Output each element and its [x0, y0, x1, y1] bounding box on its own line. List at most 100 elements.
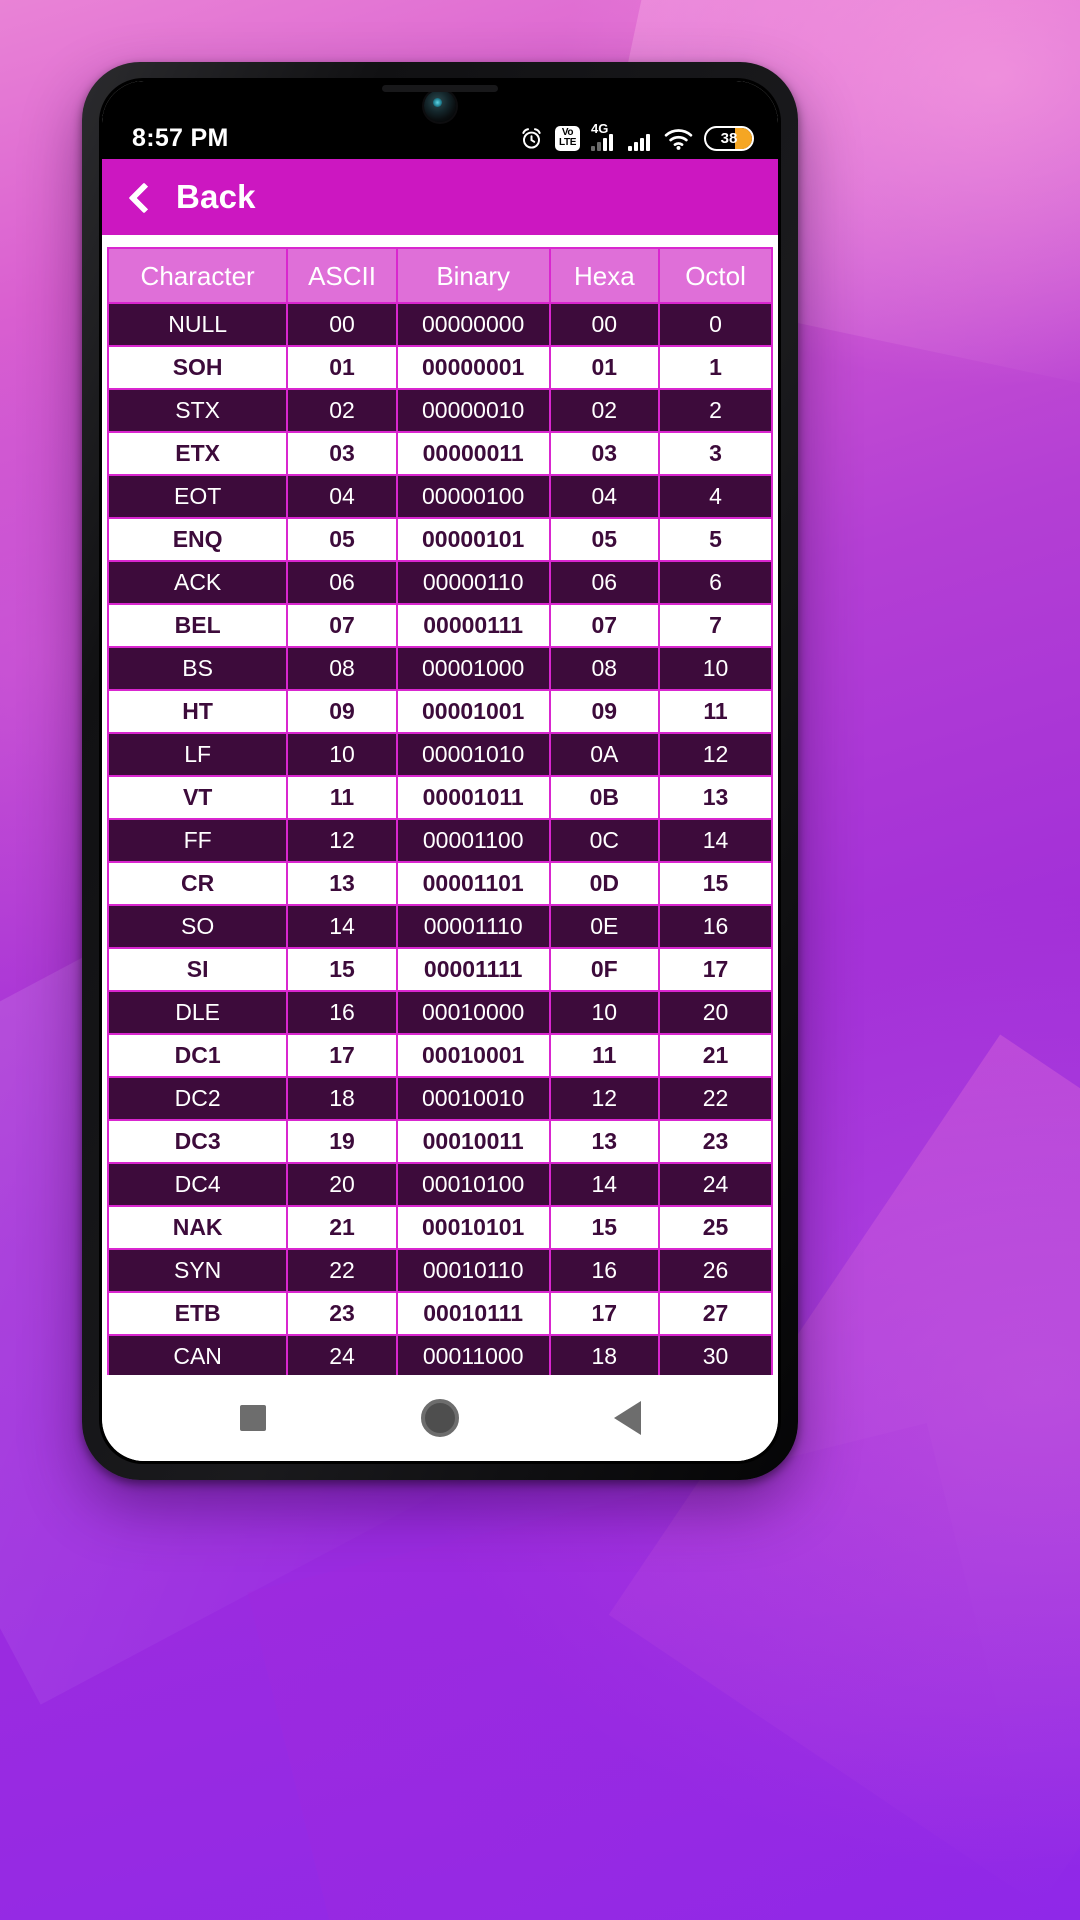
cell-hexa: 17: [548, 1291, 661, 1336]
cell-character: STX: [106, 388, 289, 433]
cell-binary: 00001110: [395, 904, 551, 949]
cell-ascii: 23: [286, 1291, 398, 1336]
cell-ascii: 09: [286, 689, 398, 734]
cell-octol: 4: [658, 474, 773, 519]
table-row[interactable]: LF 10 00001010 0A 12: [106, 732, 773, 777]
phone-screen-bezel: 8:57 PM Vo LTE 4G 38 Back Character ASCI…: [99, 78, 781, 1464]
table-row[interactable]: VT 11 00001011 0B 13: [106, 775, 773, 820]
wallpaper-background: 8:57 PM Vo LTE 4G 38 Back Character ASCI…: [0, 0, 1080, 1920]
cell-character: HT: [106, 689, 289, 734]
table-row[interactable]: EOT 04 00000100 04 4: [106, 474, 773, 519]
cell-character: ACK: [106, 560, 289, 605]
cell-octol: 3: [658, 431, 773, 476]
cell-hexa: 12: [548, 1076, 661, 1121]
table-row[interactable]: DC2 18 00010010 12 22: [106, 1076, 773, 1121]
cell-character: SI: [106, 947, 289, 992]
cell-binary: 00000100: [395, 474, 551, 519]
cell-octol: 21: [658, 1033, 773, 1078]
cell-hexa: 01: [548, 345, 661, 390]
cell-character: DC2: [106, 1076, 289, 1121]
cell-octol: 20: [658, 990, 773, 1035]
cell-character: SOH: [106, 345, 289, 390]
cell-ascii: 03: [286, 431, 398, 476]
cell-hexa: 0C: [548, 818, 661, 863]
status-bar-clock: 8:57 PM: [132, 124, 229, 152]
cell-ascii: 08: [286, 646, 398, 691]
table-row[interactable]: HT 09 00001001 09 11: [106, 689, 773, 734]
triangle-back-icon[interactable]: [613, 1401, 641, 1435]
cell-octol: 13: [658, 775, 773, 820]
table-row[interactable]: ACK 06 00000110 06 6: [106, 560, 773, 605]
table-row[interactable]: ETX 03 00000011 03 3: [106, 431, 773, 476]
table-row[interactable]: BEL 07 00000111 07 7: [106, 603, 773, 648]
table-row[interactable]: NULL 00 00000000 00 0: [106, 302, 773, 347]
cell-octol: 6: [658, 560, 773, 605]
cell-binary: 00010111: [395, 1291, 551, 1336]
cell-binary: 00010001: [395, 1033, 551, 1078]
cell-hexa: 06: [548, 560, 661, 605]
table-row[interactable]: ETB 23 00010111 17 27: [106, 1291, 773, 1336]
front-camera: [424, 90, 456, 122]
cell-character: LF: [106, 732, 289, 777]
table-row[interactable]: CAN 24 00011000 18 30: [106, 1334, 773, 1375]
table-row[interactable]: DC4 20 00010100 14 24: [106, 1162, 773, 1207]
cell-octol: 17: [658, 947, 773, 992]
cell-ascii: 10: [286, 732, 398, 777]
table-row[interactable]: DC1 17 00010001 11 21: [106, 1033, 773, 1078]
cell-binary: 00001001: [395, 689, 551, 734]
cell-binary: 00001101: [395, 861, 551, 906]
cell-binary: 00000011: [395, 431, 551, 476]
table-row[interactable]: SOH 01 00000001 01 1: [106, 345, 773, 390]
table-row[interactable]: CR 13 00001101 0D 15: [106, 861, 773, 906]
chevron-left-icon[interactable]: [124, 182, 154, 212]
cell-ascii: 07: [286, 603, 398, 648]
table-row[interactable]: SI 15 00001111 0F 17: [106, 947, 773, 992]
cell-character: SYN: [106, 1248, 289, 1293]
status-bar-icons: Vo LTE 4G 38: [519, 121, 754, 151]
cell-ascii: 12: [286, 818, 398, 863]
cell-binary: 00010000: [395, 990, 551, 1035]
table-header-row: Character ASCII Binary Hexa Octol: [106, 247, 773, 304]
table-row[interactable]: NAK 21 00010101 15 25: [106, 1205, 773, 1250]
table-row[interactable]: FF 12 00001100 0C 14: [106, 818, 773, 863]
cell-hexa: 0D: [548, 861, 661, 906]
circle-icon[interactable]: [420, 1399, 459, 1437]
table-row[interactable]: BS 08 00001000 08 10: [106, 646, 773, 691]
cell-character: ETX: [106, 431, 289, 476]
cell-hexa: 14: [548, 1162, 661, 1207]
cell-binary: 00001011: [395, 775, 551, 820]
cell-binary: 00010101: [395, 1205, 551, 1250]
cell-hexa: 16: [548, 1248, 661, 1293]
table-row[interactable]: DLE 16 00010000 10 20: [106, 990, 773, 1035]
cell-hexa: 11: [548, 1033, 661, 1078]
cell-character: CR: [106, 861, 289, 906]
table-row[interactable]: DC3 19 00010011 13 23: [106, 1119, 773, 1164]
cell-binary: 00011000: [395, 1334, 551, 1375]
square-icon[interactable]: [239, 1405, 266, 1431]
cell-hexa: 07: [548, 603, 661, 648]
cell-hexa: 08: [548, 646, 661, 691]
signal-sim1-icon: 4G: [591, 121, 613, 151]
cell-ascii: 19: [286, 1119, 398, 1164]
cell-character: DC4: [106, 1162, 289, 1207]
cell-octol: 24: [658, 1162, 773, 1207]
cell-binary: 00000001: [395, 345, 551, 390]
column-header-binary: Binary: [395, 247, 551, 304]
cell-character: DC3: [106, 1119, 289, 1164]
ascii-table-container[interactable]: Character ASCII Binary Hexa Octol NULL 00…: [102, 235, 778, 1375]
cell-character: EOT: [106, 474, 289, 519]
cell-binary: 00010010: [395, 1076, 551, 1121]
app-bar: Back: [102, 159, 778, 235]
cell-ascii: 06: [286, 560, 398, 605]
column-header-hexa: Hexa: [548, 247, 661, 304]
cell-binary: 00001000: [395, 646, 551, 691]
cell-octol: 25: [658, 1205, 773, 1250]
back-button-label[interactable]: Back: [176, 178, 256, 216]
table-row[interactable]: ENQ 05 00000101 05 5: [106, 517, 773, 562]
table-row[interactable]: STX 02 00000010 02 2: [106, 388, 773, 433]
cell-hexa: 05: [548, 517, 661, 562]
table-row[interactable]: SO 14 00001110 0E 16: [106, 904, 773, 949]
battery-percent-label: 38: [720, 130, 738, 147]
cell-octol: 16: [658, 904, 773, 949]
table-row[interactable]: SYN 22 00010110 16 26: [106, 1248, 773, 1293]
